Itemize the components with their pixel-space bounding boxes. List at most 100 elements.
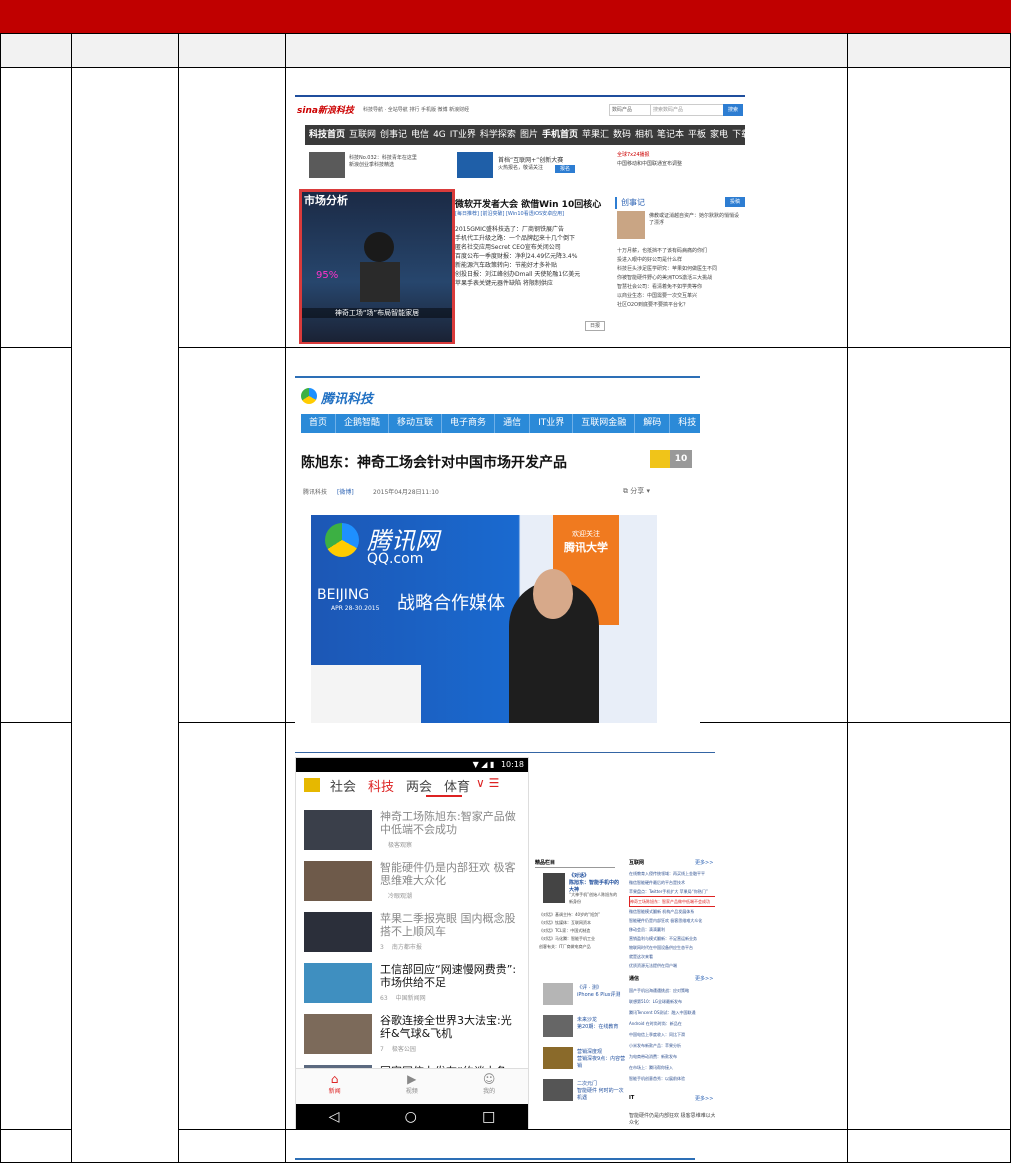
sina-nav-item[interactable]: 家电 <box>710 125 728 145</box>
feature5-thumb[interactable] <box>543 1079 573 1101</box>
news-item[interactable]: 2015GMIC盛科技选了：厂商钢铁展广告 <box>455 225 605 234</box>
comment-count[interactable]: 10 <box>670 450 692 468</box>
sina-nav-item[interactable]: 平板 <box>688 125 706 145</box>
comm-news-item[interactable]: 智能手机创意首秀：以展前体验 <box>629 1073 715 1084</box>
news-title[interactable]: 工信部回应“网速慢网费贵”:市场供给不足 <box>380 963 520 989</box>
internet-news-item[interactable]: 智能硬件仍是内部狂欢 极客思维难大众化 <box>629 916 715 925</box>
sub-headline[interactable]: [每日推荐] [前沿突破] [Win10看透iOS安卓应用] <box>455 211 564 218</box>
sina-nav-item[interactable]: 数码 <box>613 125 631 145</box>
internet-news-item[interactable]: 营销盈利与模式翻新：不足营运新业务 <box>629 934 715 943</box>
news-item[interactable]: 手机代工升级之路：一个品牌起来十几个倒下 <box>455 234 605 243</box>
news-item[interactable]: 苹果手表关键元器件缺陷 将限制供应 <box>455 279 605 288</box>
list-item[interactable]: 苹果二季报亮眼 国内概念股搭不上顺风车 3 南方都市报 <box>304 908 524 959</box>
search-input[interactable]: 搜索数码产品 <box>650 104 724 116</box>
search-button[interactable]: 搜索 <box>723 104 743 116</box>
submit-button[interactable]: 投稿 <box>725 197 745 207</box>
feature3[interactable]: 未来沙龙 第20期：在线教育 <box>577 1017 627 1031</box>
bottom-tab[interactable]: ⌂ 新闻 <box>329 1073 341 1096</box>
comment-icon[interactable] <box>650 450 670 468</box>
left-bullet[interactable]: 创客有关：IT厂商做电商产品 <box>539 943 619 951</box>
sina-top-links[interactable]: 科技导航 · 全站导航 排行 手机版 微博 新浪财经 <box>363 106 469 113</box>
ticker-thumb[interactable] <box>309 152 345 178</box>
right-feature[interactable]: 佛教或证消越自资产：她尔默默的悄悄设了漂浮 <box>649 213 743 227</box>
tab-expand-icon[interactable]: ∨ ☰ <box>476 776 499 790</box>
tencent-nav-item[interactable]: 通信 <box>495 414 531 433</box>
news-item[interactable]: 百度公布一季度财报：净利24.49亿元降3.4% <box>455 252 605 261</box>
sina-nav-item[interactable]: 笔记本 <box>657 125 684 145</box>
list-item[interactable]: 谷歌连接全世界3大法宝:光纤&气球&飞机 7 极客公园 <box>304 1010 524 1061</box>
internet-news-item[interactable]: 物联网时代在中国设备供应生态平台 <box>629 943 715 952</box>
it-more-link[interactable]: 更多>> <box>695 1095 713 1102</box>
right-list-item[interactable]: 你被智能硬件野心的美洲TOS激活三大挑战 <box>617 274 745 283</box>
right-list-item[interactable]: 智慧社会公司：看清着免不如学类等你 <box>617 283 745 292</box>
news-title[interactable]: 苹果二季报亮眼 国内概念股搭不上顺风车 <box>380 912 520 938</box>
it-item[interactable]: 智能硬件仍是内部狂欢 极客思维难以大众化 <box>629 1113 715 1127</box>
tencent-nav-item[interactable]: 解码 <box>635 414 671 433</box>
recent-apps-button[interactable]: □ <box>482 1104 495 1129</box>
channel-tab[interactable]: 社会 <box>330 776 356 795</box>
search-select[interactable]: 数码产品 <box>609 104 651 116</box>
tencent-nav-item[interactable]: 首页 <box>301 414 337 433</box>
signup-button[interactable]: 报名 <box>555 165 575 173</box>
featured-photo[interactable]: 市场分析 95% 神奇工场“场”布局智能家居 <box>299 189 455 344</box>
tencent-nav-item[interactable]: 移动互联 <box>389 414 443 433</box>
list-item[interactable]: 神奇工场陈旭东:智家产品做中低端不会成功 极客观察 <box>304 806 524 857</box>
sina-nav-item[interactable]: 创事记 <box>380 125 407 145</box>
internet-news-item[interactable]: 优质资源无法提供在用户端 <box>629 961 715 970</box>
sina-nav-item[interactable]: 互联网 <box>349 125 376 145</box>
comm-news-item[interactable]: Android 在时尚时尚：新品在 <box>629 1018 715 1029</box>
list-item[interactable]: 智能硬件仍是内部狂欢 极客思维难大众化 冷眼观潮 <box>304 857 524 908</box>
internet-news-item[interactable]: 移动会员：滴滴赢利 <box>629 925 715 934</box>
ticker-mid-title[interactable]: 首档“互联网+”创新大赛 <box>498 155 563 164</box>
comm-news-item[interactable]: 小米发布新款产品：苹果分析 <box>629 1040 715 1051</box>
internet-news-item[interactable]: 神奇工场陈旭东：智家产品做中低端不会成功 <box>629 896 715 907</box>
news-item[interactable]: 新能源汽车政策转向：节能好才多补贴 <box>455 261 605 270</box>
ticker-mid-thumb[interactable] <box>457 152 493 178</box>
comm-news-item[interactable]: 中国电信上季度收入：同比下滑 <box>629 1029 715 1040</box>
internet-news-item[interactable]: 就是这次来看 <box>629 952 715 961</box>
feature3-thumb[interactable] <box>543 1015 573 1037</box>
feature4-thumb[interactable] <box>543 1047 573 1069</box>
home-button[interactable]: ○ <box>405 1104 417 1129</box>
feature1-thumb[interactable] <box>543 873 565 903</box>
channel-tab[interactable]: 两会 <box>406 776 432 795</box>
sina-nav-item[interactable]: 下载 <box>732 125 745 145</box>
tencent-nav-item[interactable]: 企鹅智酷 <box>336 414 390 433</box>
tencent-nav-item[interactable]: 电子商务 <box>442 414 496 433</box>
internet-news-item[interactable]: 微信智能模式翻新 机构产品发展体系 <box>629 907 715 916</box>
right-list-item[interactable]: 社区O2O到底要不要搞平台化？ <box>617 301 745 310</box>
internet-news-item[interactable]: 在线教育入侵传统领域：再买线上金融平平 <box>629 869 715 878</box>
internet-news-item[interactable]: 微信智能硬件最后的平台是技术 <box>629 878 715 887</box>
left-bullet[interactable]: 《对话》钛媒体：互联网资本 <box>539 919 619 927</box>
comm-news-item[interactable]: 国产手机出海遭遇挑战：应对策略 <box>629 985 715 996</box>
sina-nav-item[interactable]: 图片 <box>520 125 538 145</box>
left-bullet[interactable]: 《对话》马化腾：智能手机工业 <box>539 935 619 943</box>
ticker-right-title[interactable]: 全球7x24播报 <box>617 152 650 159</box>
comm-news-item[interactable]: 在市场上：腾讯帮你接入 <box>629 1062 715 1073</box>
feature2[interactable]: 《评 · 测》 iPhone 6 Plus评测 <box>577 985 627 999</box>
feature5[interactable]: 二次元门 智能硬件 何时的一次机遇 <box>577 1081 627 1102</box>
comm-more-link[interactable]: 更多>> <box>695 975 713 982</box>
sina-nav-item[interactable]: 相机 <box>635 125 653 145</box>
daily-button[interactable]: 日报 <box>585 321 605 331</box>
right-list-item[interactable]: 十万月薪，也抵挡不了该有码病痛的你们 <box>617 247 745 256</box>
comm-news-item[interactable]: 联想第510：LG全球最新发布 <box>629 996 715 1007</box>
sina-nav-item[interactable]: 4G <box>433 125 446 145</box>
news-title[interactable]: 神奇工场陈旭东:智家产品做中低端不会成功 <box>380 810 520 836</box>
list-item[interactable]: 工信部回应“网速慢网费贵”:市场供给不足 63 中国新闻网 <box>304 959 524 1010</box>
news-item[interactable]: 创投日报：刘江峰创办Dmall 天使轮融1亿美元 <box>455 270 605 279</box>
left-bullet[interactable]: 《对话》基调主持：40岁的“短剑” <box>539 911 619 919</box>
right-list-item[interactable]: 投进入眼中的好公司是什么样 <box>617 256 745 265</box>
feature2-thumb[interactable] <box>543 983 573 1005</box>
tencent-nav-item[interactable]: 科技 <box>670 414 700 433</box>
sina-nav-item[interactable]: 电信 <box>411 125 429 145</box>
sina-nav-item[interactable]: 苹果汇 <box>582 125 609 145</box>
left-bullet[interactable]: 《对话》TCL家：中国式制造 <box>539 927 619 935</box>
right-list-item[interactable]: 科技巨头涉足医学研究：苹果如何做医生不同 <box>617 265 745 274</box>
channel-tab[interactable]: 体育 <box>444 776 470 795</box>
sina-nav-item[interactable]: 手机首页 <box>542 125 578 145</box>
bottom-tab[interactable]: ▶ 视频 <box>406 1073 418 1096</box>
comm-news-item[interactable]: 腾讯Tencent OS测试：融入中国联通 <box>629 1007 715 1018</box>
ticker-left[interactable]: 科技No.032：科技青年在这里 新浪创业季科技精选 <box>349 155 449 169</box>
news-title[interactable]: 智能硬件仍是内部狂欢 极客思维难大众化 <box>380 861 520 887</box>
